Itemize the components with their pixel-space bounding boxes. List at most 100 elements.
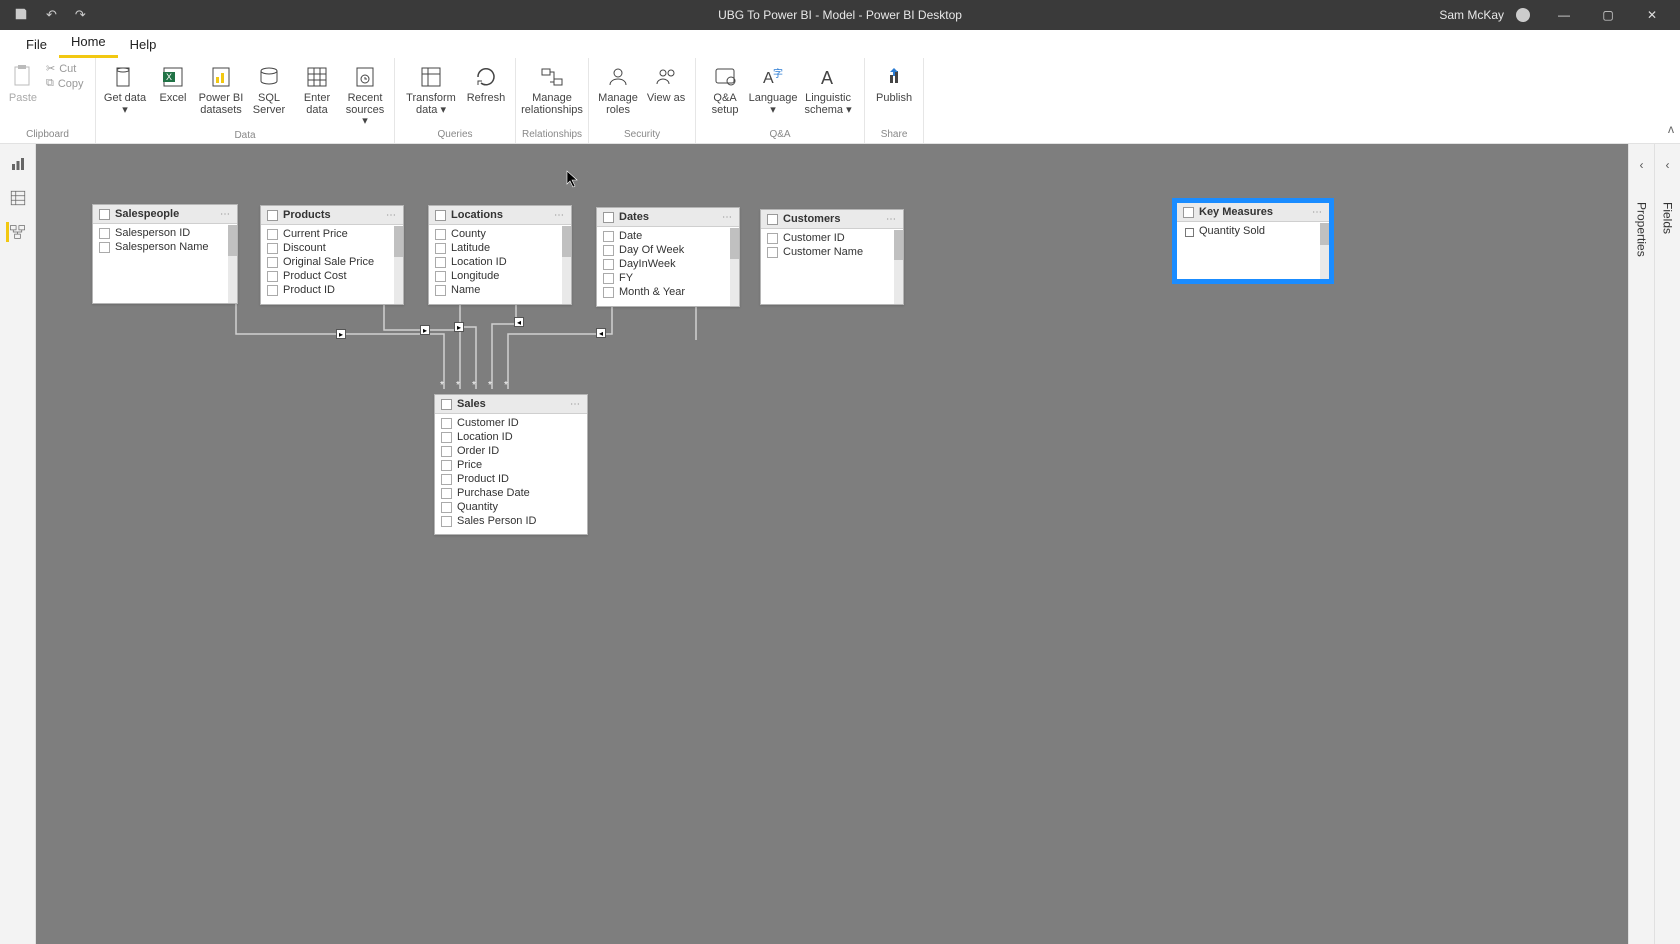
field-icon (99, 228, 110, 239)
enter-data-icon (304, 64, 330, 90)
sql-server-button[interactable]: SQL Server (246, 62, 292, 118)
chevron-left-icon[interactable]: ‹ (1666, 158, 1670, 172)
field-item[interactable]: Original Sale Price (261, 255, 403, 269)
field-item[interactable]: County (429, 227, 571, 241)
minimize-button[interactable]: — (1542, 0, 1586, 30)
field-item[interactable]: Location ID (429, 255, 571, 269)
field-item[interactable]: Current Price (261, 227, 403, 241)
transform-data-button[interactable]: Transform data ▾ (401, 62, 461, 118)
fields-pane-collapsed[interactable]: ‹ Fields (1654, 144, 1680, 944)
scrollbar[interactable] (394, 226, 403, 304)
field-item[interactable]: Salesperson ID (93, 226, 237, 240)
model-view-icon[interactable] (6, 222, 26, 242)
table-sales[interactable]: Sales⋯ Customer ID Location ID Order ID … (434, 394, 588, 535)
filter-arrow-icon: ▸ (420, 325, 430, 335)
model-canvas[interactable]: ▸ ▸ ▸ ◂ ◂ 1 1 1 1 * * * * * Salespeople⋯… (36, 144, 1628, 944)
field-item[interactable]: FY (597, 271, 739, 285)
more-icon[interactable]: ⋯ (220, 209, 231, 220)
cardinality-label: * (488, 380, 492, 391)
field-item[interactable]: Customer ID (761, 231, 903, 245)
field-item[interactable]: Quantity (435, 500, 587, 514)
left-nav (0, 144, 36, 944)
field-item[interactable]: Product ID (435, 472, 587, 486)
publish-button[interactable]: Publish (871, 62, 917, 107)
field-item[interactable]: Location ID (435, 430, 587, 444)
excel-button[interactable]: X Excel (150, 62, 196, 107)
scrollbar[interactable] (228, 225, 237, 303)
field-item[interactable]: Quantity Sold (1177, 224, 1329, 238)
table-title: Locations (451, 209, 549, 221)
excel-icon: X (160, 64, 186, 90)
close-button[interactable]: ✕ (1630, 0, 1674, 30)
cardinality-label: * (440, 380, 444, 391)
table-dates[interactable]: Dates⋯ Date Day Of Week DayInWeek FY Mon… (596, 207, 740, 307)
table-title: Salespeople (115, 208, 215, 220)
publish-icon (881, 64, 907, 90)
field-item[interactable]: Longitude (429, 269, 571, 283)
undo-icon[interactable]: ↶ (46, 7, 57, 23)
field-item[interactable]: Order ID (435, 444, 587, 458)
field-item[interactable]: Customer ID (435, 416, 587, 430)
qna-setup-button[interactable]: Q&A setup (702, 62, 748, 118)
table-products[interactable]: Products⋯ Current Price Discount Origina… (260, 205, 404, 305)
view-as-button[interactable]: View as (643, 62, 689, 107)
field-icon (441, 418, 452, 429)
enter-data-button[interactable]: Enter data (294, 62, 340, 118)
more-icon[interactable]: ⋯ (1312, 207, 1323, 218)
linguistic-schema-button[interactable]: A Linguistic schema ▾ (798, 62, 858, 118)
field-item[interactable]: Discount (261, 241, 403, 255)
field-item[interactable]: Product ID (261, 283, 403, 297)
field-item[interactable]: Price (435, 458, 587, 472)
more-icon[interactable]: ⋯ (386, 210, 397, 221)
field-item[interactable]: Sales Person ID (435, 514, 587, 528)
refresh-button[interactable]: Refresh (463, 62, 509, 107)
table-salespeople[interactable]: Salespeople ⋯ Salesperson ID Salesperson … (92, 204, 238, 304)
recent-sources-button[interactable]: Recent sources ▾ (342, 62, 388, 130)
save-icon[interactable] (14, 7, 28, 24)
pbi-datasets-button[interactable]: Power BI datasets (198, 62, 244, 118)
field-item[interactable]: Salesperson Name (93, 240, 237, 254)
field-icon (267, 229, 278, 240)
chevron-left-icon[interactable]: ‹ (1640, 158, 1644, 172)
field-item[interactable]: Date (597, 229, 739, 243)
fields-label[interactable]: Fields (1661, 202, 1675, 234)
field-item[interactable]: Purchase Date (435, 486, 587, 500)
scrollbar[interactable] (562, 226, 571, 304)
field-item[interactable]: Day Of Week (597, 243, 739, 257)
field-item[interactable]: Product Cost (261, 269, 403, 283)
transform-icon (418, 64, 444, 90)
table-key-measures[interactable]: Key Measures⋯ Quantity Sold (1176, 202, 1330, 280)
scrollbar[interactable] (1320, 223, 1329, 279)
data-view-icon[interactable] (8, 188, 28, 208)
maximize-button[interactable]: ▢ (1586, 0, 1630, 30)
sql-icon (256, 64, 282, 90)
more-icon[interactable]: ⋯ (570, 399, 581, 410)
field-item[interactable]: Customer Name (761, 245, 903, 259)
report-view-icon[interactable] (8, 154, 28, 174)
more-icon[interactable]: ⋯ (722, 212, 733, 223)
properties-pane-collapsed[interactable]: ‹ Properties (1628, 144, 1654, 944)
language-button[interactable]: A字 Language▾ (750, 62, 796, 118)
table-customers[interactable]: Customers⋯ Customer ID Customer Name (760, 209, 904, 305)
user-name[interactable]: Sam McKay (1439, 8, 1504, 22)
scrollbar[interactable] (730, 228, 739, 306)
field-item[interactable]: Latitude (429, 241, 571, 255)
scrollbar[interactable] (894, 230, 903, 304)
manage-relationships-button[interactable]: Manage relationships (522, 62, 582, 118)
tab-file[interactable]: File (14, 33, 59, 58)
tab-help[interactable]: Help (118, 33, 169, 58)
manage-roles-button[interactable]: Manage roles (595, 62, 641, 118)
user-avatar-icon[interactable] (1516, 8, 1530, 22)
get-data-button[interactable]: Get data ▾ (102, 62, 148, 118)
tab-home[interactable]: Home (59, 30, 118, 58)
redo-icon[interactable]: ↷ (75, 7, 86, 23)
field-item[interactable]: Name (429, 283, 571, 297)
field-item[interactable]: Month & Year (597, 285, 739, 299)
more-icon[interactable]: ⋯ (886, 214, 897, 225)
more-icon[interactable]: ⋯ (554, 210, 565, 221)
properties-label[interactable]: Properties (1635, 202, 1649, 257)
collapse-ribbon-icon[interactable]: ʌ (1668, 122, 1674, 136)
table-locations[interactable]: Locations ⋯ County Latitude Location ID L… (428, 205, 572, 305)
paste-button: Paste (6, 62, 40, 104)
field-item[interactable]: DayInWeek (597, 257, 739, 271)
